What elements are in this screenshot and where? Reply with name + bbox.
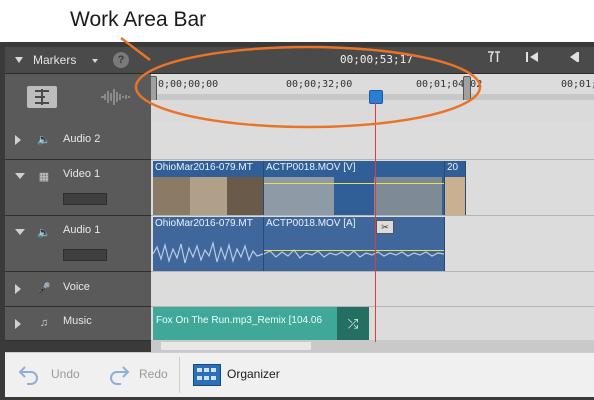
volume-line: [264, 250, 444, 251]
collapse-track-icon[interactable]: [15, 173, 25, 179]
track-header-music: ♫ Music: [5, 307, 151, 341]
timeline-toolbar: Markers ? 00;00;53;17: [5, 47, 594, 74]
microphone-icon[interactable]: 🎤: [37, 283, 51, 295]
organizer-icon[interactable]: [193, 364, 221, 386]
track-header-voice: 🎤 Voice: [5, 272, 151, 307]
shuffle-icon[interactable]: ⤮: [337, 307, 369, 341]
divider: [179, 357, 180, 393]
clip-label: ACTP0018.MOV [V]: [266, 162, 356, 173]
help-icon[interactable]: ?: [113, 52, 129, 68]
track-lane-video-1[interactable]: OhioMar2016-079.MT ACTP0018.MOV [V] 20: [151, 160, 594, 216]
speaker-icon[interactable]: 🔈: [37, 227, 51, 239]
track-header-audio-1: 🔈 Audio 1: [5, 216, 151, 272]
collapse-triangle-icon[interactable]: [15, 57, 23, 63]
timeline-scrollbar[interactable]: [151, 340, 594, 352]
track-header-audio-2: 🔈 Audio 2: [5, 122, 151, 160]
audio-clip[interactable]: OhioMar2016-079.MT: [153, 217, 264, 271]
track-name: Audio 2: [63, 133, 101, 145]
music-note-icon[interactable]: ♫: [37, 317, 51, 329]
current-timecode: 00;00;53;17: [340, 53, 413, 66]
split-clip-icon[interactable]: [27, 86, 57, 108]
annotation-label: Work Area Bar: [70, 8, 207, 31]
audio-waveform: [153, 240, 263, 264]
keyframe-controls[interactable]: [63, 193, 107, 205]
track-name: Video 1: [63, 168, 101, 180]
undo-button[interactable]: Undo: [51, 367, 80, 381]
clip-thumbnail: [445, 177, 465, 215]
audio-waveform-icon[interactable]: [99, 86, 133, 108]
scissors-icon[interactable]: ✂: [376, 220, 394, 234]
redo-button[interactable]: Redo: [139, 367, 168, 381]
clip-thumbnail: [153, 177, 190, 215]
undo-icon[interactable]: [17, 363, 41, 385]
video-clip[interactable]: OhioMar2016-079.MT: [153, 161, 264, 215]
track-lane-music[interactable]: Fox On The Run.mp3_Remix [104.06 ⤮: [151, 307, 594, 341]
track-name: Music: [63, 315, 92, 327]
video-clip[interactable]: ACTP0018.MOV [V]: [264, 161, 445, 215]
film-icon[interactable]: ▦: [37, 171, 51, 183]
collapse-track-icon[interactable]: [15, 229, 25, 235]
clip-thumbnail: [190, 177, 227, 215]
go-to-start-icon[interactable]: [518, 50, 546, 70]
audio-clip[interactable]: ACTP0018.MOV [A] ✂: [264, 217, 445, 271]
expand-track-icon[interactable]: [15, 284, 21, 294]
opacity-line: [264, 183, 444, 184]
scrollbar-thumb[interactable]: [161, 342, 311, 350]
ruler-controls: [5, 74, 151, 122]
expand-track-icon[interactable]: [15, 135, 21, 145]
track-lane-audio-2[interactable]: [151, 122, 594, 160]
track-name: Audio 1: [63, 224, 101, 236]
organizer-button[interactable]: Organizer: [227, 367, 280, 381]
keyframe-controls[interactable]: [63, 249, 107, 261]
playhead-handle[interactable]: [369, 90, 383, 104]
clip-label: ACTP0018.MOV [A]: [266, 218, 356, 229]
trim-icon[interactable]: [480, 50, 508, 70]
video-clip[interactable]: 20: [445, 161, 466, 215]
track-header-video-1: ▦ Video 1: [5, 160, 151, 216]
clip-label: OhioMar2016-079.MT: [155, 218, 253, 229]
audio-waveform: [264, 249, 444, 259]
track-lane-voice[interactable]: [151, 272, 594, 307]
expand-track-icon[interactable]: [15, 319, 21, 329]
markers-menu[interactable]: Markers: [33, 53, 76, 67]
music-clip[interactable]: Fox On The Run.mp3_Remix [104.06 ⤮: [153, 307, 369, 341]
chevron-down-icon[interactable]: [92, 59, 98, 63]
playhead-line: [375, 102, 376, 342]
track-name: Voice: [63, 281, 90, 293]
clip-label: OhioMar2016-079.MT: [155, 162, 253, 173]
speaker-icon[interactable]: 🔈: [37, 134, 51, 146]
clip-thumbnail: [227, 177, 263, 215]
redo-icon[interactable]: [107, 363, 131, 385]
step-back-icon[interactable]: [560, 50, 588, 70]
track-lane-audio-1[interactable]: OhioMar2016-079.MT ACTP0018.MOV [A] ✂: [151, 216, 594, 272]
bottom-bar: Undo Redo Organizer: [5, 352, 594, 397]
clip-label: 20: [447, 162, 459, 173]
music-clip-label: Fox On The Run.mp3_Remix [104.06: [156, 315, 323, 326]
